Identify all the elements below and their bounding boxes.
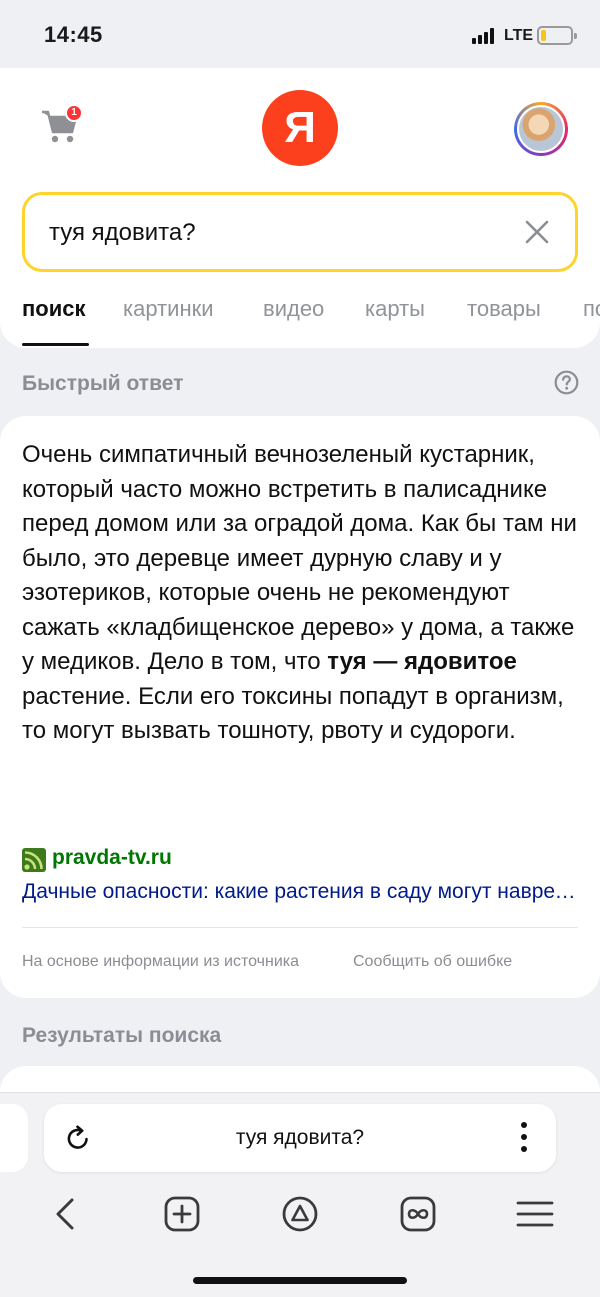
address-bar[interactable]: туя ядовита? — [44, 1104, 556, 1172]
back-icon[interactable] — [46, 1194, 86, 1234]
help-icon[interactable] — [554, 370, 579, 395]
report-error-link[interactable]: Сообщить об ошибке — [353, 953, 512, 971]
avatar-image — [517, 105, 565, 153]
menu-icon[interactable] — [515, 1194, 555, 1234]
tab-video[interactable]: видео — [263, 296, 324, 322]
status-time: 14:45 — [44, 22, 103, 47]
search-input[interactable]: туя ядовита? — [22, 192, 578, 272]
tab-images[interactable]: картинки — [123, 296, 214, 322]
more-options-icon[interactable] — [520, 1122, 528, 1154]
divider — [22, 927, 578, 928]
address-text[interactable]: туя ядовита? — [44, 1126, 556, 1150]
home-indicator — [193, 1277, 407, 1284]
quick-answer-highlight: туя — ядовитое — [327, 648, 517, 675]
status-bar: 14:45 LTE — [0, 0, 600, 68]
alice-assistant-icon[interactable] — [280, 1194, 320, 1234]
tabs-switcher-icon[interactable] — [398, 1194, 438, 1234]
source-article-link[interactable]: Дачные опасности: какие растения в саду … — [22, 880, 578, 904]
quick-answer-text: Очень симпатичный вечнозеленый кустарник… — [22, 441, 577, 744]
tab-products[interactable]: товары — [467, 296, 541, 322]
tab-maps[interactable]: карты — [365, 296, 425, 322]
battery-icon — [537, 26, 577, 45]
active-tab-indicator — [22, 343, 89, 346]
network-label: LTE — [504, 27, 534, 44]
rss-feed-icon — [22, 848, 46, 872]
previous-tab-card[interactable] — [0, 1104, 28, 1172]
new-tab-icon[interactable] — [162, 1194, 202, 1234]
tab-more[interactable]: по — [583, 296, 600, 322]
search-query[interactable]: туя ядовита? — [49, 219, 196, 247]
close-icon[interactable] — [523, 218, 551, 246]
tab-search[interactable]: поиск — [22, 296, 86, 322]
quick-answer-title: Быстрый ответ — [22, 372, 184, 395]
results-title: Результаты поиска — [22, 1024, 222, 1047]
avatar[interactable] — [514, 102, 568, 156]
yandex-logo[interactable]: Я — [262, 90, 338, 166]
source-name[interactable]: pravda-tv.ru — [52, 846, 172, 870]
cart-badge: 1 — [65, 104, 83, 122]
source-note: На основе информации из источника — [22, 953, 300, 970]
signal-icon — [472, 28, 496, 44]
